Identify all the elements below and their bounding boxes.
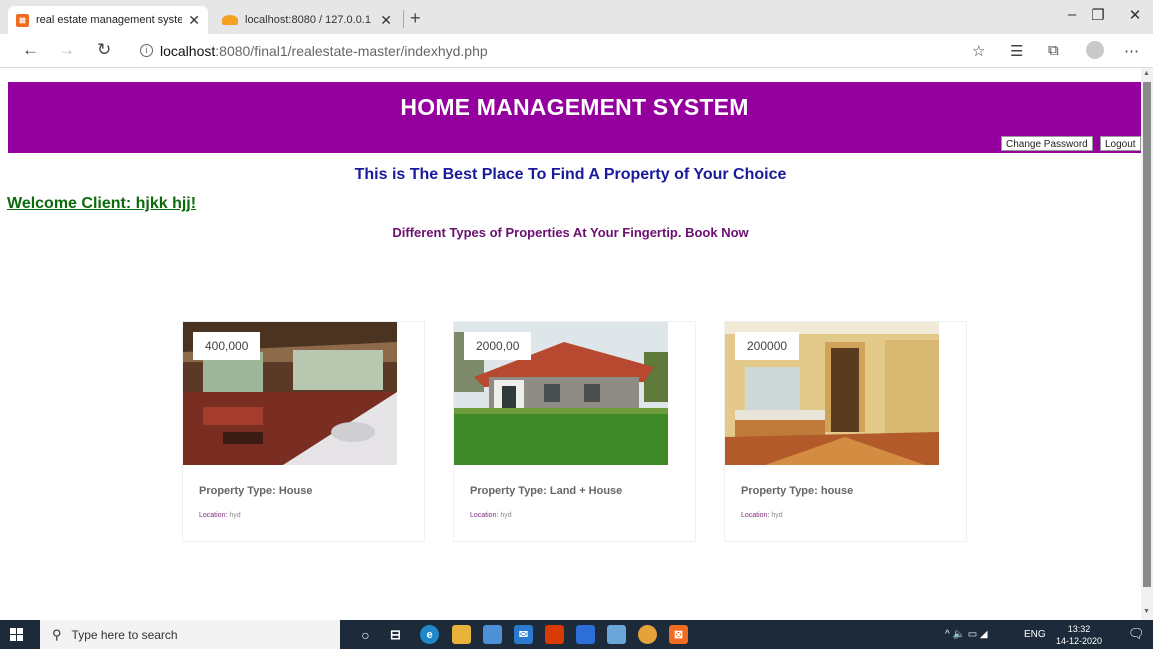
- browser-tab-bar: ⊠ real estate management system. ✕ local…: [0, 0, 1153, 34]
- more-menu-icon[interactable]: ⋯: [1124, 42, 1139, 60]
- tab-divider: [403, 10, 404, 28]
- price-badge: 400,000: [193, 332, 261, 360]
- property-type: Property Type: House: [199, 485, 313, 497]
- sub-tagline: Different Types of Properties At Your Fi…: [392, 225, 749, 240]
- office-icon[interactable]: [545, 625, 564, 644]
- logout-button[interactable]: Logout: [1100, 136, 1141, 151]
- property-type: Property Type: Land + House: [470, 485, 623, 497]
- location-value: hyd: [771, 512, 783, 519]
- property-card[interactable]: 200000 Property Type: house Location: hy…: [724, 321, 967, 542]
- file-explorer-icon[interactable]: [452, 625, 471, 644]
- location-label: Location:: [199, 512, 228, 519]
- vscode-icon[interactable]: [576, 625, 595, 644]
- tab-real-estate[interactable]: ⊠ real estate management system. ✕: [8, 6, 208, 34]
- profile-avatar[interactable]: [1086, 41, 1104, 59]
- welcome-link[interactable]: Welcome Client: hjkk hjj!: [7, 195, 196, 213]
- close-tab-icon[interactable]: ✕: [188, 12, 200, 29]
- property-location: Location: hyd: [199, 512, 241, 519]
- property-card[interactable]: 400,000 Property Type: House Location: h…: [182, 321, 425, 542]
- windows-taskbar: ⚲ Type here to search ○ ⊟ e ✉ ⊠ ^ 🔈 ▭ ◢ …: [0, 620, 1153, 649]
- tab-phpmyadmin[interactable]: localhost:8080 / 127.0.0.1 / reala ✕: [214, 6, 400, 34]
- change-password-button[interactable]: Change Password: [1001, 136, 1093, 151]
- page-scrollbar[interactable]: ▲ ▼: [1141, 68, 1153, 620]
- favorite-star-icon[interactable]: ☆: [972, 42, 985, 60]
- windows-start-icon[interactable]: [10, 628, 23, 641]
- taskbar-clock[interactable]: 13:32 14-12-2020: [1056, 623, 1102, 647]
- taskbar-search-placeholder: Type here to search: [71, 627, 178, 642]
- property-card[interactable]: 2000,00 Property Type: Land + House Loca…: [453, 321, 696, 542]
- restore-button[interactable]: ❐: [1078, 6, 1118, 24]
- property-location: Location: hyd: [741, 512, 783, 519]
- xampp-icon: ⊠: [16, 13, 29, 27]
- system-tray-icons[interactable]: ^ 🔈 ▭ ◢: [945, 629, 988, 640]
- language-indicator[interactable]: ENG: [1024, 629, 1046, 640]
- photos-icon[interactable]: [607, 625, 626, 644]
- url-host: localhost: [160, 43, 216, 59]
- back-arrow-icon[interactable]: ←: [22, 40, 39, 60]
- notification-icon[interactable]: 🗨: [1128, 626, 1145, 642]
- cortana-icon[interactable]: ○: [356, 625, 375, 644]
- mail-icon[interactable]: ✉: [514, 625, 533, 644]
- tagline: This is The Best Place To Find A Propert…: [354, 166, 787, 183]
- url-field[interactable]: localhost:8080/final1/realestate-master/…: [160, 43, 488, 59]
- property-type: Property Type: house: [741, 485, 854, 497]
- address-bar-row: ← → ↻ i localhost:8080/final1/realestate…: [0, 34, 1153, 68]
- location-value: hyd: [500, 512, 512, 519]
- site-header: HOME MANAGEMENT SYSTEM Change Password L…: [8, 82, 1141, 153]
- price-badge: 200000: [735, 332, 800, 360]
- scroll-down-icon[interactable]: ▼: [1143, 608, 1150, 615]
- refresh-icon[interactable]: ↻: [97, 40, 111, 60]
- clock-time: 13:32: [1067, 624, 1091, 634]
- location-label: Location:: [470, 512, 499, 519]
- site-title: HOME MANAGEMENT SYSTEM: [400, 94, 749, 120]
- collections-icon[interactable]: ⧉: [1048, 42, 1059, 59]
- close-window-button[interactable]: ✕: [1115, 6, 1153, 24]
- task-view-icon[interactable]: ⊟: [386, 625, 405, 644]
- forward-arrow-icon[interactable]: →: [58, 40, 75, 60]
- chrome-icon[interactable]: [638, 625, 657, 644]
- info-icon[interactable]: i: [140, 44, 153, 57]
- clock-date: 14-12-2020: [1056, 636, 1103, 646]
- edge-icon[interactable]: e: [420, 625, 439, 644]
- close-tab-icon[interactable]: ✕: [380, 12, 392, 29]
- xampp-taskbar-icon[interactable]: ⊠: [669, 625, 688, 644]
- favorites-list-icon[interactable]: ☰: [1010, 42, 1023, 60]
- store-icon[interactable]: [483, 625, 502, 644]
- scroll-up-icon[interactable]: ▲: [1143, 70, 1150, 77]
- page-viewport: HOME MANAGEMENT SYSTEM Change Password L…: [0, 68, 1141, 620]
- tab-title: real estate management system.: [36, 14, 183, 26]
- search-icon: ⚲: [52, 626, 62, 642]
- location-value: hyd: [229, 512, 241, 519]
- location-label: Location:: [741, 512, 770, 519]
- url-path: :8080/final1/realestate-master/indexhyd.…: [215, 43, 488, 59]
- tab-title: localhost:8080 / 127.0.0.1 / reala: [245, 14, 374, 26]
- phpmyadmin-icon: [222, 15, 238, 25]
- property-location: Location: hyd: [470, 512, 512, 519]
- price-badge: 2000,00: [464, 332, 532, 360]
- taskbar-search-box[interactable]: ⚲ Type here to search: [40, 620, 340, 649]
- new-tab-button[interactable]: +: [410, 8, 421, 29]
- scroll-thumb[interactable]: [1143, 82, 1151, 587]
